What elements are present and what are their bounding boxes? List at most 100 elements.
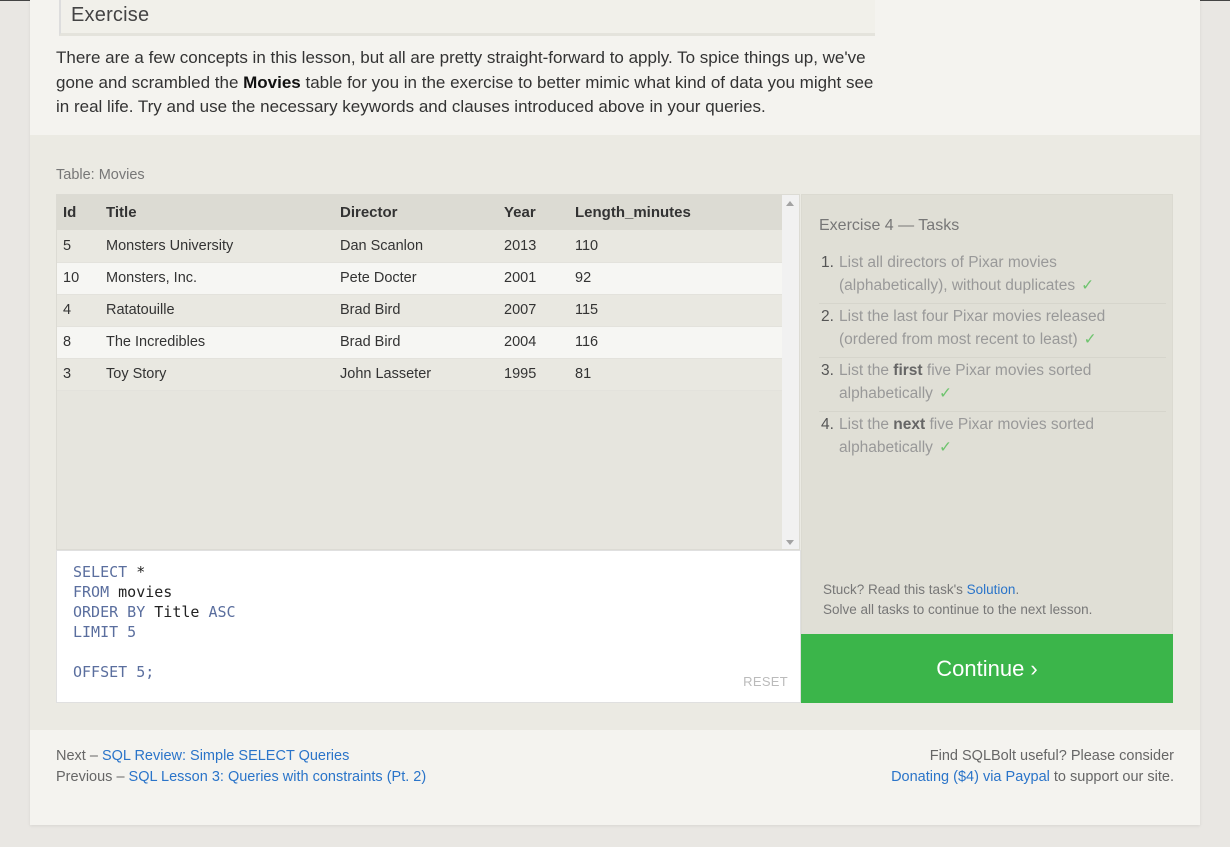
previous-lesson-link[interactable]: SQL Lesson 3: Queries with constraints (… [129, 769, 427, 785]
sql-keyword: ASC [208, 603, 236, 621]
checkmark-icon: ✓ [1083, 330, 1097, 348]
sql-text: * [127, 563, 146, 581]
cell-id: 4 [63, 302, 72, 318]
code-line: FROM movies [73, 582, 800, 602]
scroll-down-arrow-icon[interactable] [786, 540, 794, 545]
code-line: LIMIT 5 [73, 622, 800, 642]
previous-lesson: Previous – SQL Lesson 3: Queries with co… [56, 767, 426, 788]
table-row: 8 The Incredibles Brad Bird 2004 116 [57, 326, 783, 358]
task-text-part: List all directors of Pixar movies (alph… [839, 254, 1076, 294]
task-item: 4. List the next five Pixar movies sorte… [819, 412, 1166, 466]
task-number: 2. [821, 308, 834, 325]
sql-keyword: OFFSET [73, 663, 128, 681]
cell-year: 2013 [504, 237, 537, 254]
donation-line: Donating ($4) via Paypal to support our … [891, 767, 1174, 788]
exercise-area: Table: Movies Id Title Director Year Len… [30, 135, 1200, 730]
stuck-help: Stuck? Read this task's Solution. Solve … [823, 580, 1092, 620]
cell-year: 1995 [504, 366, 537, 382]
task-text: List all directors of Pixar movies (alph… [837, 252, 1166, 299]
cell-year: 2001 [504, 270, 537, 286]
donate-link[interactable]: Donating ($4) via Paypal [891, 769, 1050, 785]
task-number: 3. [821, 362, 834, 379]
exercise-intro: There are a few concepts in this lesson,… [56, 46, 876, 120]
table-header-row: Id Title Director Year Length_minutes [57, 195, 783, 230]
task-text-part: List the last four Pixar movies released… [839, 308, 1106, 348]
cell-id: 5 [63, 237, 72, 254]
table-row: 3 Toy Story John Lasseter 1995 81 [57, 358, 783, 390]
task-text-part: List the [839, 416, 894, 433]
checkmark-icon: ✓ [1081, 276, 1095, 294]
code-line: OFFSET 5; [73, 662, 800, 682]
code-line: ORDER BY Title ASC [73, 602, 800, 622]
task-text: List the first five Pixar movies sorted … [837, 360, 1166, 407]
sql-keyword: LIMIT [73, 623, 119, 641]
task-text-bold: first [893, 362, 923, 379]
cell-id: 8 [63, 334, 72, 350]
scroll-up-arrow-icon[interactable] [786, 201, 794, 206]
task-text-part: List the [839, 362, 894, 379]
tasks-title: Exercise 4 — Tasks [819, 217, 960, 234]
sql-number: 5 [118, 623, 137, 641]
lesson-card: Exercise There are a few concepts in thi… [30, 0, 1200, 825]
stuck-prefix: Stuck? Read this task's [823, 582, 967, 597]
checkmark-icon: ✓ [938, 384, 952, 402]
column-header-year: Year [504, 204, 536, 221]
tasks-list: 1. List all directors of Pixar movies (a… [819, 250, 1166, 466]
cell-title: Ratatouille [106, 302, 175, 318]
sql-text: movies [109, 583, 173, 601]
sql-keyword: ORDER BY [73, 603, 146, 621]
results-table-container[interactable]: Id Title Director Year Length_minutes 5 … [56, 194, 800, 550]
column-header-id: Id [63, 204, 77, 221]
table-caption: Table: Movies [56, 167, 145, 183]
cell-title: Monsters, Inc. [106, 270, 198, 286]
next-lesson-link[interactable]: SQL Review: Simple SELECT Queries [102, 748, 349, 764]
donation-prompt: Find SQLBolt useful? Please consider [929, 748, 1174, 764]
lesson-navigation: Next – SQL Review: Simple SELECT Queries… [56, 746, 426, 788]
cell-year: 2007 [504, 302, 537, 318]
cell-title: Monsters University [106, 237, 234, 254]
checkmark-icon: ✓ [938, 438, 952, 456]
reset-button[interactable]: RESET [743, 672, 788, 692]
continue-button[interactable]: Continue › [801, 634, 1173, 703]
code-line: SELECT * [73, 562, 800, 582]
table-scrollbar[interactable] [782, 195, 799, 549]
intro-bold-movies: Movies [243, 72, 301, 92]
cell-length: 116 [575, 334, 599, 350]
table-row: 10 Monsters, Inc. Pete Docter 2001 92 [57, 262, 783, 294]
donation-note: Find SQLBolt useful? Please consider Don… [891, 746, 1174, 788]
sql-text: Title [145, 603, 209, 621]
previous-prefix: Previous – [56, 769, 129, 785]
cell-director: Pete Docter [340, 270, 417, 286]
movies-table: Id Title Director Year Length_minutes 5 … [57, 195, 783, 391]
task-text-bold: next [893, 416, 926, 433]
stuck-suffix: . [1015, 582, 1020, 597]
cell-length: 115 [575, 302, 599, 318]
solve-all-note: Solve all tasks to continue to the next … [823, 602, 1093, 617]
task-text: List the next five Pixar movies sorted a… [837, 414, 1166, 462]
task-text: List the last four Pixar movies released… [837, 306, 1166, 353]
cell-length: 92 [575, 270, 592, 286]
task-number: 1. [821, 254, 834, 271]
cell-director: John Lasseter [340, 366, 432, 382]
task-item: 1. List all directors of Pixar movies (a… [819, 250, 1166, 304]
sql-keyword: SELECT [73, 563, 128, 581]
stuck-line: Stuck? Read this task's Solution. [823, 580, 1092, 600]
cell-id: 3 [63, 366, 72, 382]
next-lesson: Next – SQL Review: Simple SELECT Queries [56, 746, 426, 767]
cell-length: 81 [575, 366, 592, 382]
cell-length: 110 [575, 237, 599, 254]
solution-link[interactable]: Solution [967, 582, 1016, 597]
cell-director: Brad Bird [340, 334, 401, 350]
task-number: 4. [821, 416, 834, 433]
exercise-heading: Exercise [59, 0, 875, 36]
task-item: 3. List the first five Pixar movies sort… [819, 358, 1166, 412]
sql-query-editor[interactable]: SELECT * FROM movies ORDER BY Title ASC … [56, 550, 801, 703]
column-header-title: Title [106, 204, 137, 221]
cell-title: Toy Story [106, 366, 167, 382]
tasks-panel: Exercise 4 — Tasks 1. List all directors… [801, 194, 1173, 703]
table-row: 4 Ratatouille Brad Bird 2007 115 [57, 294, 783, 326]
column-header-length-minutes: Length_minutes [575, 204, 691, 221]
cell-year: 2004 [504, 334, 537, 350]
cell-director: Dan Scanlon [340, 237, 424, 254]
